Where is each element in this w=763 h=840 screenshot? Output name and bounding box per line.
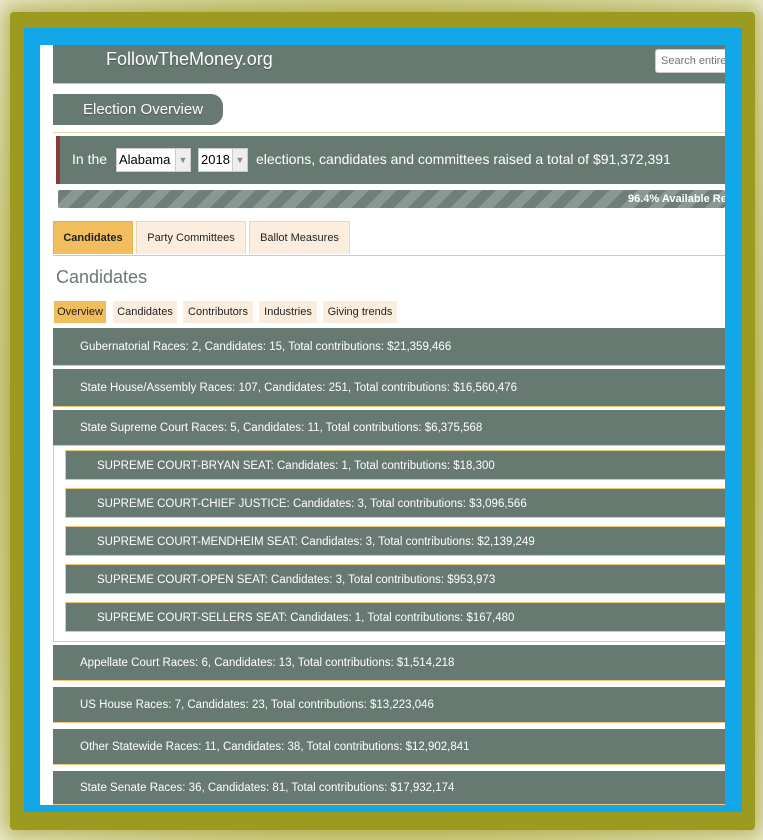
race-row-text: State Supreme Court Races: 5, Candidates… bbox=[80, 422, 483, 434]
subtab-overview[interactable]: Overview bbox=[54, 301, 106, 323]
race-row-state-senate[interactable]: State Senate Races: 36, Candidates: 81, … bbox=[53, 771, 725, 805]
seat-row-text: SUPREME COURT-MENDHEIM SEAT: Candidates:… bbox=[97, 536, 535, 548]
summary-prefix: In the bbox=[72, 151, 108, 167]
state-select[interactable]: Alabama ▼ bbox=[116, 148, 191, 172]
race-row-text: State House/Assembly Races: 107, Candida… bbox=[80, 382, 518, 394]
race-row-text: Appellate Court Races: 6, Candidates: 13… bbox=[80, 657, 455, 669]
progress-fill bbox=[58, 190, 701, 208]
site-header: FollowTheMoney.org bbox=[53, 45, 725, 84]
race-row-text: Other Statewide Races: 11, Candidates: 3… bbox=[80, 741, 470, 753]
subtab-industries[interactable]: Industries bbox=[259, 301, 317, 323]
seat-row-mendheim[interactable]: SUPREME COURT-MENDHEIM SEAT: Candidates:… bbox=[65, 526, 725, 556]
race-row-text: State Senate Races: 36, Candidates: 81, … bbox=[80, 782, 455, 794]
seat-row-bryan[interactable]: SUPREME COURT-BRYAN SEAT: Candidates: 1,… bbox=[65, 450, 725, 480]
tab-party-committees[interactable]: Party Committees bbox=[136, 221, 246, 254]
search-input[interactable] bbox=[655, 49, 725, 73]
race-row-gubernatorial[interactable]: Gubernatorial Races: 2, Candidates: 15, … bbox=[53, 328, 725, 366]
seat-row-sellers[interactable]: SUPREME COURT-SELLERS SEAT: Candidates: … bbox=[65, 602, 725, 632]
race-row-state-supreme-court[interactable]: State Supreme Court Races: 5, Candidates… bbox=[53, 410, 725, 446]
race-row-other-statewide[interactable]: Other Statewide Races: 11, Candidates: 3… bbox=[53, 729, 725, 765]
site-logo[interactable]: FollowTheMoney.org bbox=[106, 49, 273, 70]
year-select[interactable]: 2018 ▼ bbox=[198, 148, 248, 172]
race-row-us-house[interactable]: US House Races: 7, Candidates: 23, Total… bbox=[53, 687, 725, 723]
election-summary: In the Alabama ▼ 2018 ▼ elections, candi… bbox=[56, 136, 725, 184]
summary-total: elections, candidates and committees rai… bbox=[256, 151, 671, 167]
chevron-down-icon: ▼ bbox=[175, 149, 190, 171]
reporting-progress-bar: 96.4% Available Rep bbox=[58, 190, 725, 208]
main-tabs: Candidates Party Committees Ballot Measu… bbox=[53, 221, 725, 256]
state-select-value: Alabama bbox=[119, 152, 171, 167]
section-title: Candidates bbox=[56, 267, 148, 287]
divider bbox=[53, 132, 725, 133]
race-row-text: Gubernatorial Races: 2, Candidates: 15, … bbox=[80, 341, 452, 353]
tab-candidates[interactable]: Candidates bbox=[53, 221, 133, 254]
page-screen: FollowTheMoney.org Election Overview In … bbox=[40, 45, 725, 805]
election-overview-heading: Election Overview bbox=[53, 94, 223, 125]
race-row-state-house[interactable]: State House/Assembly Races: 107, Candida… bbox=[53, 369, 725, 407]
tab-ballot-measures[interactable]: Ballot Measures bbox=[249, 221, 350, 254]
subtab-candidates[interactable]: Candidates bbox=[113, 301, 177, 323]
seat-row-text: SUPREME COURT-CHIEF JUSTICE: Candidates:… bbox=[97, 498, 527, 510]
seat-row-open[interactable]: SUPREME COURT-OPEN SEAT: Candidates: 3, … bbox=[65, 564, 725, 594]
seat-row-text: SUPREME COURT-BRYAN SEAT: Candidates: 1,… bbox=[97, 460, 495, 472]
race-row-text: US House Races: 7, Candidates: 23, Total… bbox=[80, 699, 434, 711]
chevron-down-icon: ▼ bbox=[232, 149, 247, 171]
progress-label: 96.4% Available Rep bbox=[628, 193, 725, 205]
year-select-value: 2018 bbox=[201, 152, 230, 167]
race-row-appellate-court[interactable]: Appellate Court Races: 6, Candidates: 13… bbox=[53, 645, 725, 681]
subtab-contributors[interactable]: Contributors bbox=[183, 301, 253, 323]
seat-row-text: SUPREME COURT-SELLERS SEAT: Candidates: … bbox=[97, 612, 515, 624]
seat-row-text: SUPREME COURT-OPEN SEAT: Candidates: 3, … bbox=[97, 574, 496, 586]
subtab-giving-trends[interactable]: Giving trends bbox=[323, 301, 397, 323]
seat-row-chief-justice[interactable]: SUPREME COURT-CHIEF JUSTICE: Candidates:… bbox=[65, 488, 725, 518]
